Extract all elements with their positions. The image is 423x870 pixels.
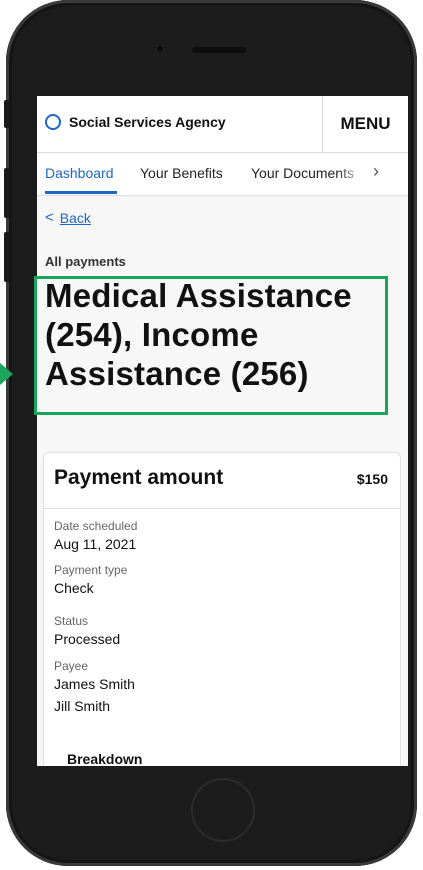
mute-switch: [4, 100, 10, 128]
annotation-arrow-icon: [0, 363, 13, 385]
earpiece-speaker: [192, 47, 246, 53]
breakdown-heading: Breakdown: [67, 751, 143, 766]
payment-card: Payment amount $150 Date scheduled Aug 1…: [43, 452, 401, 766]
chevron-right-icon[interactable]: ›: [373, 161, 379, 182]
menu-button[interactable]: MENU: [322, 96, 408, 152]
tab-bar: Dashboard Your Benefits Your Documents ›: [37, 153, 408, 196]
status-label: Status: [54, 614, 89, 628]
payment-type-label: Payment type: [54, 563, 128, 577]
payee-label: Payee: [54, 659, 89, 673]
back-link[interactable]: < Back: [45, 209, 91, 226]
agency-name: Social Services Agency: [69, 114, 226, 130]
page-eyebrow: All payments: [45, 254, 126, 269]
page-title: Medical Assistance (254), Income Assista…: [45, 277, 352, 392]
volume-up-button: [4, 168, 10, 218]
phone-frame: Social Services Agency MENU Dashboard Yo…: [6, 0, 417, 866]
payment-amount-value: $150: [356, 471, 388, 487]
status-value: Processed: [54, 631, 121, 647]
payee-value-2: Jill Smith: [54, 698, 111, 714]
tab-dashboard[interactable]: Dashboard: [45, 165, 114, 181]
active-tab-indicator: [45, 191, 117, 194]
agency-brand[interactable]: Social Services Agency: [45, 114, 226, 130]
chevron-left-icon: <: [45, 209, 54, 226]
payment-card-title: Payment amount: [54, 466, 224, 489]
volume-down-button: [4, 232, 10, 282]
front-camera: [155, 44, 165, 54]
tab-your-benefits[interactable]: Your Benefits: [140, 165, 223, 181]
home-button[interactable]: [191, 778, 255, 842]
app-header: Social Services Agency MENU: [37, 96, 408, 153]
agency-logo-icon: [45, 114, 61, 130]
back-label: Back: [59, 209, 91, 226]
date-scheduled-label: Date scheduled: [54, 519, 138, 533]
payee-value-1: James Smith: [54, 676, 135, 692]
tab-fade: [337, 153, 367, 195]
payment-card-header: Payment amount $150: [44, 453, 400, 509]
phone-screen: Social Services Agency MENU Dashboard Yo…: [37, 96, 408, 766]
payment-type-value: Check: [54, 580, 94, 596]
date-scheduled-value: Aug 11, 2021: [54, 536, 137, 552]
